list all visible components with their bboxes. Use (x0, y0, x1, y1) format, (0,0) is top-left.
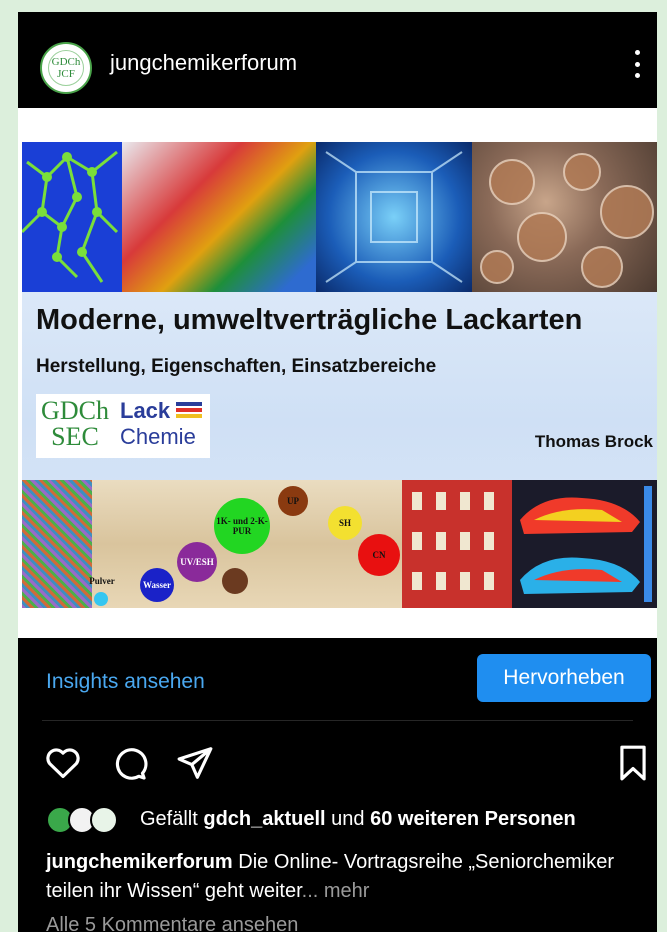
caption-username[interactable]: jungchemikerforum (46, 851, 233, 873)
slide: Moderne, umweltverträgliche Lackarten He… (22, 142, 657, 608)
caption-more-link[interactable]: ... mehr (302, 880, 370, 902)
heart-icon[interactable] (44, 744, 82, 782)
likes-text: Gefällt gdch_aktuell und 60 weiteren Per… (140, 808, 576, 830)
bubble-up: UP (278, 486, 308, 516)
post-header: GDCh JCF jungchemikerforum (18, 12, 657, 108)
view-comments-link[interactable]: Alle 5 Kommentare ansehen (46, 914, 298, 932)
post-username[interactable]: jungchemikerforum (110, 50, 297, 76)
slide-title: Moderne, umweltverträgliche Lackarten (36, 304, 583, 336)
post-caption: jungchemikerforum Die Online- Vortragsre… (46, 848, 646, 906)
bubble-wasser: Wasser (140, 568, 174, 602)
slide-bottom-images: 1K- und 2-K-PUR UP SH UV/ESH CN Wasser P… (22, 480, 657, 608)
slide-author: Thomas Brock (534, 432, 653, 451)
glitter-paint-image (22, 480, 92, 608)
liker-avatar (90, 806, 118, 834)
car-simulation-image (512, 480, 657, 608)
share-icon[interactable] (176, 744, 214, 782)
highlight-button[interactable]: Hervorheben (477, 654, 651, 702)
building-facade-image (402, 480, 512, 608)
lack-chemie-logo: Lack Chemie (114, 394, 210, 458)
bookmark-icon[interactable] (616, 744, 650, 782)
post-image[interactable]: Moderne, umweltverträgliche Lackarten He… (18, 108, 657, 638)
comment-icon[interactable] (110, 744, 148, 782)
bubble-pulver: Pulver (89, 576, 115, 586)
slide-subtitle: Herstellung, Eigenschaften, Einsatzberei… (36, 356, 437, 377)
paint-robot-image (316, 142, 472, 292)
post-actions-bar: Insights ansehen Hervorheben (18, 638, 657, 718)
microscope-particles-image (472, 142, 657, 292)
bubble-uv-esh: UV/ESH (177, 542, 217, 582)
avatar[interactable]: GDCh JCF (40, 42, 92, 94)
likes-row[interactable]: Gefällt gdch_aktuell und 60 weiteren Per… (46, 806, 657, 836)
likes-count[interactable]: 60 weiteren Personen (370, 808, 576, 830)
pigment-powder-image (122, 142, 316, 292)
logo-chemie-text: Chemie (120, 424, 196, 449)
gdch-sec-logo: GDCh SEC (36, 394, 114, 458)
logo-gdch-text: GDCh (41, 396, 109, 425)
bubble-pur: 1K- und 2-K-PUR (214, 498, 270, 554)
post-icons-row (18, 738, 657, 788)
molecule-image (22, 142, 122, 292)
more-options-icon[interactable] (633, 50, 641, 78)
instagram-post-screen: GDCh JCF jungchemikerforum Moderne, umwe… (18, 12, 657, 932)
divider (42, 720, 633, 721)
insights-link[interactable]: Insights ansehen (46, 670, 205, 694)
logo-sec-text: SEC (51, 422, 99, 451)
liker-username[interactable]: gdch_aktuell (203, 808, 325, 830)
bubble-sh: SH (328, 506, 362, 540)
bubble-cn: CN (358, 534, 400, 576)
